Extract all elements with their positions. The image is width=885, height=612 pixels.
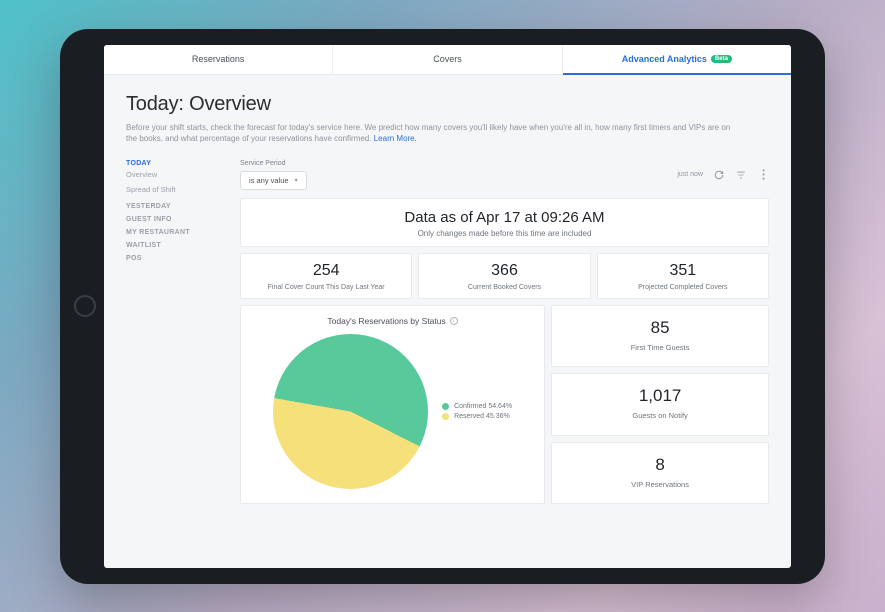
legend-row-confirmed: Confirmed 54.64% [442, 403, 512, 410]
more-icon[interactable] [757, 169, 769, 181]
chevron-down-icon: ▾ [295, 177, 298, 184]
sidebar-item-overview[interactable]: Overview [126, 167, 218, 182]
tab-label: Covers [433, 54, 462, 64]
stat-lbl: VIP Reservations [556, 480, 764, 489]
stat-current-booked[interactable]: 366 Current Booked Covers [418, 253, 590, 299]
legend-label: Confirmed 54.64% [454, 403, 512, 410]
stat-projected-completed[interactable]: 351 Projected Completed Covers [597, 253, 769, 299]
tab-label: Reservations [192, 54, 245, 64]
pie-title: Today's Reservations by Status i [251, 316, 534, 326]
beta-badge: Beta [711, 55, 732, 63]
stat-lbl: First Time Guests [556, 343, 764, 352]
tablet-frame: Reservations Covers Advanced Analytics B… [60, 29, 825, 584]
stat-num: 351 [602, 262, 764, 280]
pie-legend: Confirmed 54.64% Reserved 45.36% [442, 400, 512, 423]
bottom-row: Today's Reservations by Status i Confirm… [240, 305, 769, 504]
filter-label: Service Period [240, 160, 307, 167]
stat-guests-on-notify[interactable]: 1,017 Guests on Notify [551, 373, 769, 435]
stat-num: 366 [423, 262, 585, 280]
stat-lbl: Projected Completed Covers [602, 284, 764, 291]
legend-label: Reserved 45.36% [454, 413, 510, 420]
stat-num: 1,017 [556, 386, 764, 406]
service-period-dropdown[interactable]: is any value ▾ [240, 171, 307, 190]
sidebar: TODAY Overview Spread of Shift YESTERDAY… [126, 160, 218, 504]
swatch-reserved [442, 413, 449, 420]
stat-lbl: Guests on Notify [556, 411, 764, 420]
tab-advanced-analytics[interactable]: Advanced Analytics Beta [563, 45, 791, 74]
refresh-time: just now [677, 171, 703, 178]
subtitle-text: Before your shift starts, check the fore… [126, 123, 730, 143]
page-subtitle: Before your shift starts, check the fore… [126, 122, 736, 144]
tabs: Reservations Covers Advanced Analytics B… [104, 45, 791, 75]
banner-sub: Only changes made before this time are i… [241, 229, 768, 238]
tab-label: Advanced Analytics [622, 54, 707, 64]
page-title: Today: Overview [126, 93, 769, 116]
banner-title: Data as of Apr 17 at 09:26 AM [241, 209, 768, 226]
stat-lbl: Current Booked Covers [423, 284, 585, 291]
learn-more-link[interactable]: Learn More. [374, 134, 417, 143]
tab-covers[interactable]: Covers [333, 45, 562, 74]
filter-row: Service Period is any value ▾ just now [240, 160, 769, 190]
legend-row-reserved: Reserved 45.36% [442, 413, 512, 420]
tab-reservations[interactable]: Reservations [104, 45, 333, 74]
home-button[interactable] [74, 295, 96, 317]
filter-left: Service Period is any value ▾ [240, 160, 307, 190]
stat-num: 85 [556, 318, 764, 338]
sidebar-item-spread[interactable]: Spread of Shift [126, 182, 218, 197]
info-icon[interactable]: i [450, 317, 458, 325]
pie-chart [273, 334, 428, 489]
sidebar-head-today[interactable]: TODAY [126, 160, 218, 167]
stat-lbl: Final Cover Count This Day Last Year [245, 284, 407, 291]
screen: Reservations Covers Advanced Analytics B… [104, 45, 791, 568]
sidebar-group-waitlist[interactable]: WAITLIST [126, 242, 218, 249]
sidebar-group-pos[interactable]: POS [126, 255, 218, 262]
filter-icon[interactable] [735, 169, 747, 181]
sidebar-group-guest-info[interactable]: GUEST INFO [126, 216, 218, 223]
pie-title-text: Today's Reservations by Status [327, 316, 445, 326]
layout: TODAY Overview Spread of Shift YESTERDAY… [126, 160, 769, 504]
stat-num: 254 [245, 262, 407, 280]
sidebar-group-yesterday[interactable]: YESTERDAY [126, 203, 218, 210]
sidebar-group-my-restaurant[interactable]: MY RESTAURANT [126, 229, 218, 236]
data-as-of-banner: Data as of Apr 17 at 09:26 AM Only chang… [240, 198, 769, 247]
stat-num: 8 [556, 455, 764, 475]
stat-final-cover-last-year[interactable]: 254 Final Cover Count This Day Last Year [240, 253, 412, 299]
swatch-confirmed [442, 403, 449, 410]
stat-row-top: 254 Final Cover Count This Day Last Year… [240, 253, 769, 299]
pie-wrap: Confirmed 54.64% Reserved 45.36% [251, 334, 534, 489]
main: Service Period is any value ▾ just now [240, 160, 769, 504]
page: Today: Overview Before your shift starts… [104, 75, 791, 522]
side-stats: 85 First Time Guests 1,017 Guests on Not… [551, 305, 769, 504]
refresh-icon[interactable] [713, 169, 725, 181]
stat-first-time-guests[interactable]: 85 First Time Guests [551, 305, 769, 367]
stat-vip-reservations[interactable]: 8 VIP Reservations [551, 442, 769, 504]
dropdown-value: is any value [249, 176, 289, 185]
pie-card: Today's Reservations by Status i Confirm… [240, 305, 545, 504]
filter-right: just now [677, 169, 769, 181]
